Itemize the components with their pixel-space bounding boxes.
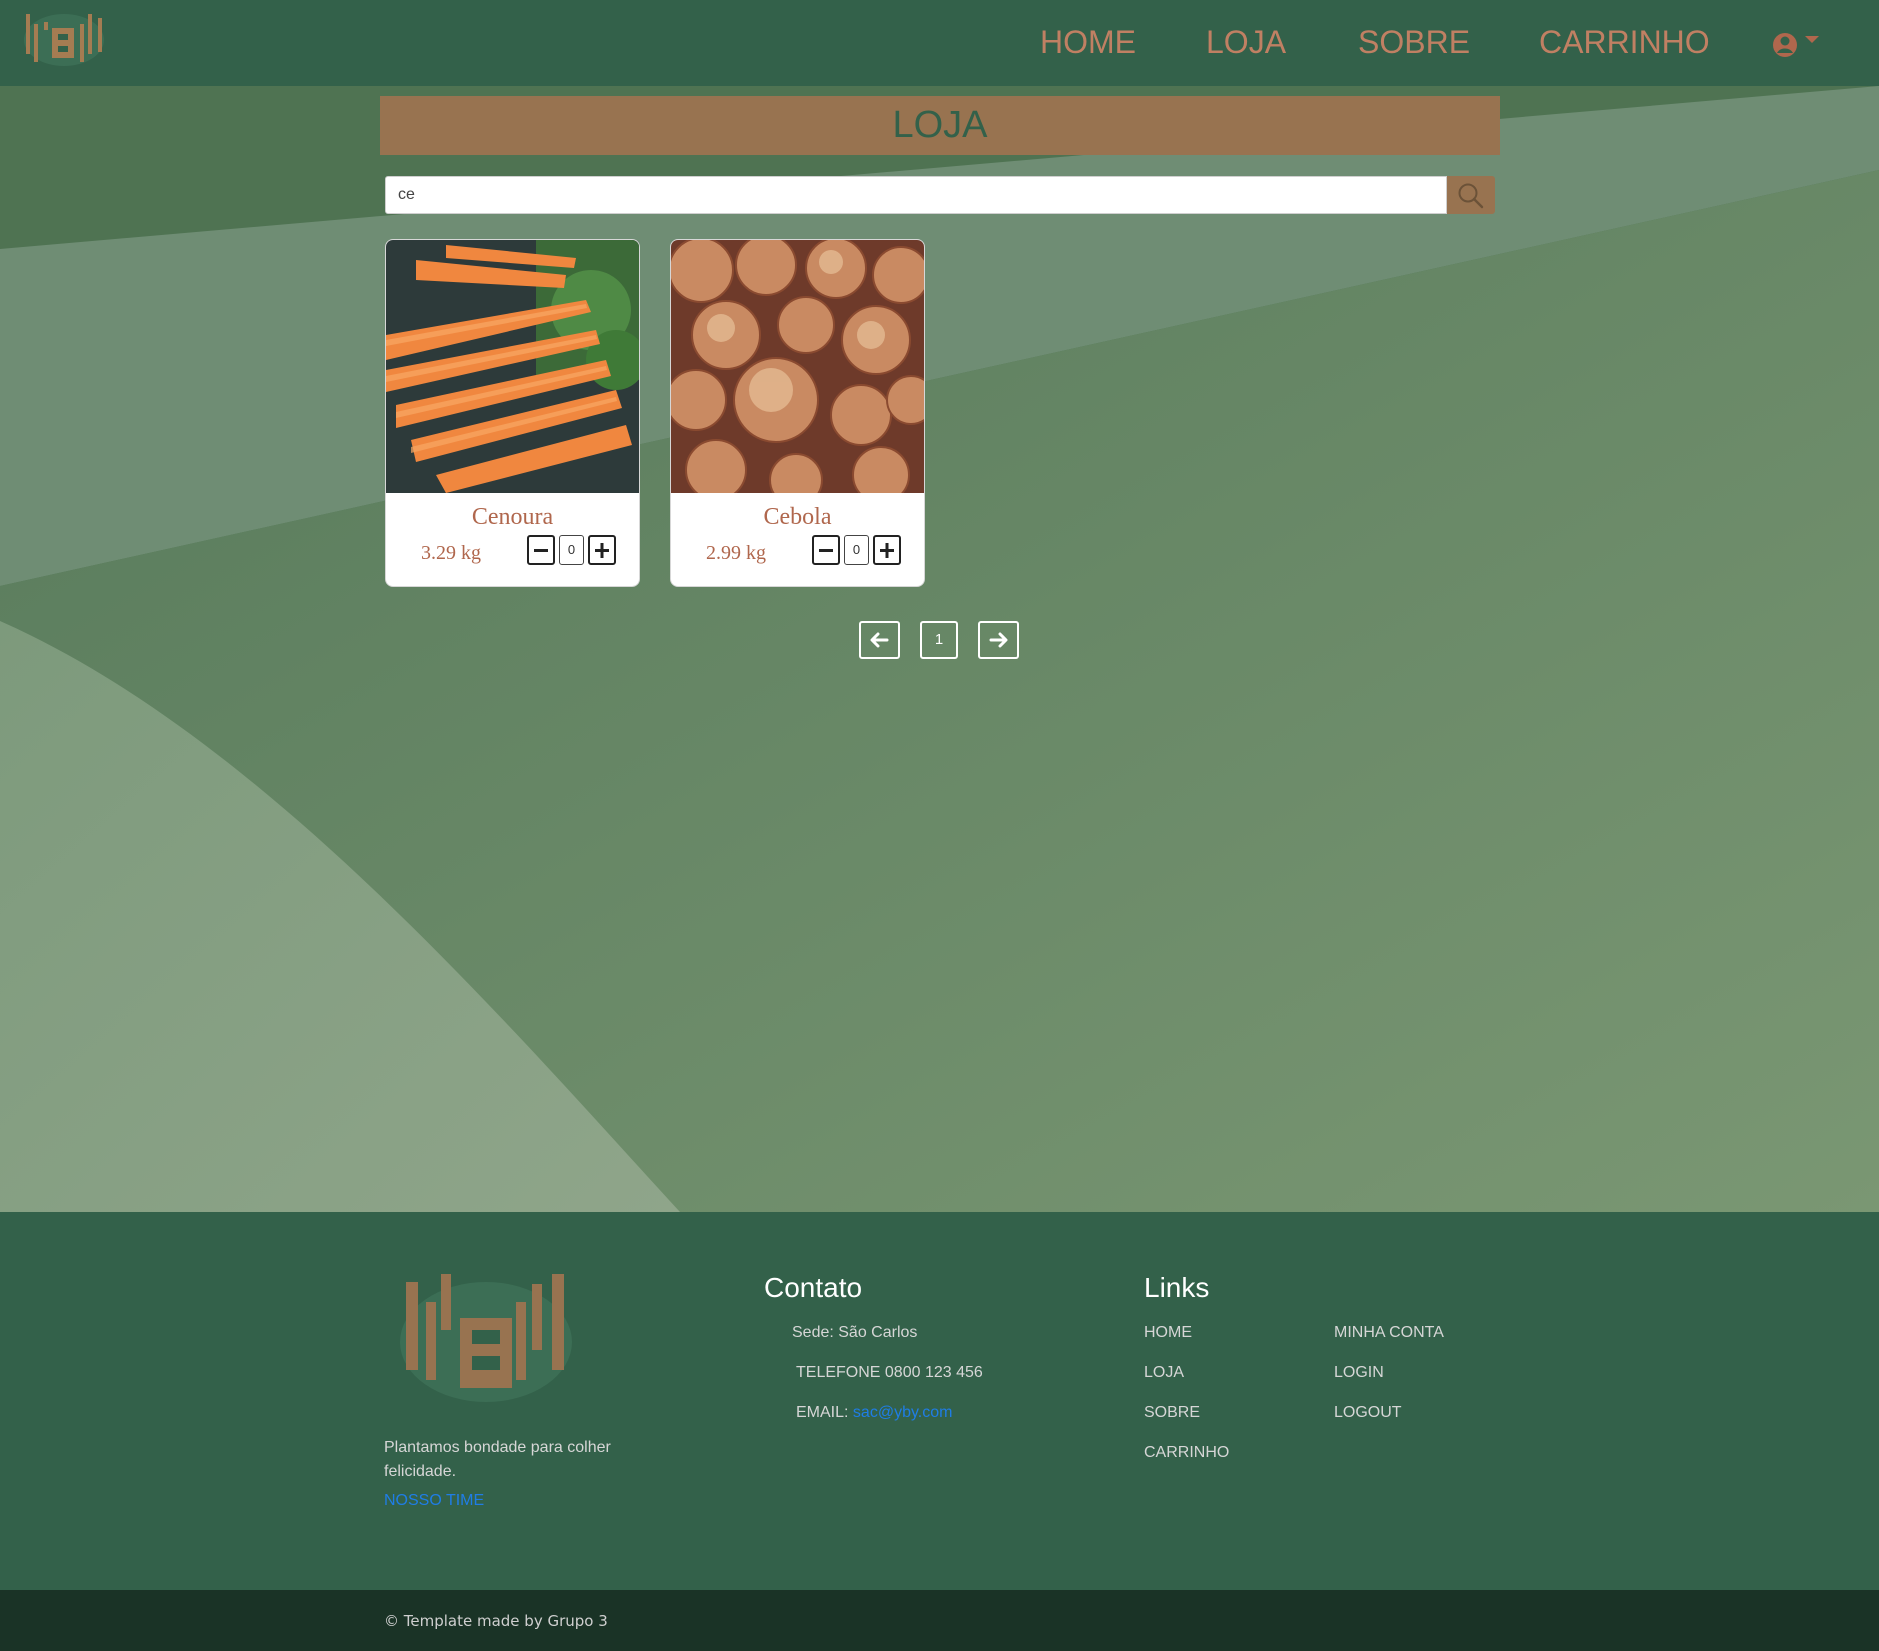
sede-text: Sede: São Carlos — [792, 1324, 918, 1341]
increase-quantity-button[interactable] — [873, 535, 901, 565]
search-button[interactable] — [1447, 176, 1495, 214]
email-row: EMAIL: sac@yby.com — [796, 1404, 952, 1422]
arrow-right-icon — [989, 632, 1008, 648]
product-price: 2.99 kg — [706, 542, 766, 564]
footer-link-login[interactable]: LOGIN — [1334, 1364, 1384, 1382]
page-number-button[interactable]: 1 — [920, 621, 958, 659]
onions-photo — [671, 240, 924, 493]
email-link[interactable]: sac@yby.com — [853, 1404, 953, 1421]
prev-page-button[interactable] — [859, 621, 900, 659]
arrow-left-icon — [870, 632, 889, 648]
top-navbar: HOME LOJA SOBRE CARRINHO — [0, 0, 1879, 86]
search-bar — [385, 176, 1495, 214]
contato-heading: Contato — [764, 1272, 863, 1303]
quantity-field[interactable]: 0 — [559, 535, 584, 565]
caret-down-icon — [1805, 36, 1819, 43]
nosso-time-link[interactable]: NOSSO TIME — [384, 1492, 484, 1510]
product-card: Cenoura 3.29 kg 0 — [385, 239, 640, 587]
nav-carrinho-link[interactable]: CARRINHO — [1539, 24, 1710, 61]
product-price: 3.29 kg — [421, 542, 481, 564]
links-heading: Links — [1144, 1272, 1210, 1303]
footer-link-home[interactable]: HOME — [1144, 1324, 1192, 1342]
page-title: LOJA — [380, 96, 1500, 155]
yby-logo-icon — [400, 1274, 572, 1402]
footer-link-sobre[interactable]: SOBRE — [1144, 1404, 1200, 1422]
search-icon — [1458, 183, 1484, 209]
decrease-quantity-button[interactable] — [527, 535, 555, 565]
nav-home-link[interactable]: HOME — [1040, 24, 1136, 61]
search-input[interactable] — [385, 176, 1447, 214]
plus-icon — [880, 543, 894, 558]
copyright-text: © Template made by Grupo 3 — [384, 1612, 608, 1630]
footer-link-carrinho[interactable]: CARRINHO — [1144, 1444, 1229, 1462]
footer-link-loja[interactable]: LOJA — [1144, 1364, 1184, 1382]
carrots-photo — [386, 240, 639, 493]
minus-icon — [534, 549, 548, 552]
next-page-button[interactable] — [978, 621, 1019, 659]
product-name: Cebola — [763, 504, 832, 530]
footer-tagline: Plantamos bondade para colher felicidade… — [384, 1439, 611, 1480]
footer-link-logout[interactable]: LOGOUT — [1334, 1404, 1402, 1422]
nav-loja-link[interactable]: LOJA — [1206, 24, 1286, 61]
user-menu-dropdown[interactable] — [1772, 30, 1828, 60]
decrease-quantity-button[interactable] — [812, 535, 840, 565]
product-name: Cenoura — [471, 504, 554, 530]
minus-icon — [819, 549, 833, 552]
yby-logo-icon[interactable] — [22, 8, 106, 72]
user-circle-icon — [1773, 33, 1797, 57]
quantity-field[interactable]: 0 — [844, 535, 869, 565]
increase-quantity-button[interactable] — [588, 535, 616, 565]
product-card: Cebola 2.99 kg 0 — [670, 239, 925, 587]
footer: Plantamos bondade para colher felicidade… — [0, 1212, 1879, 1590]
footer-link-minha-conta[interactable]: MINHA CONTA — [1334, 1324, 1444, 1342]
nav-sobre-link[interactable]: SOBRE — [1358, 24, 1470, 61]
copyright-bar: © Template made by Grupo 3 — [0, 1590, 1879, 1651]
telefone-text: TELEFONE 0800 123 456 — [796, 1364, 983, 1381]
plus-icon — [595, 543, 609, 558]
email-label: EMAIL: — [796, 1404, 849, 1421]
